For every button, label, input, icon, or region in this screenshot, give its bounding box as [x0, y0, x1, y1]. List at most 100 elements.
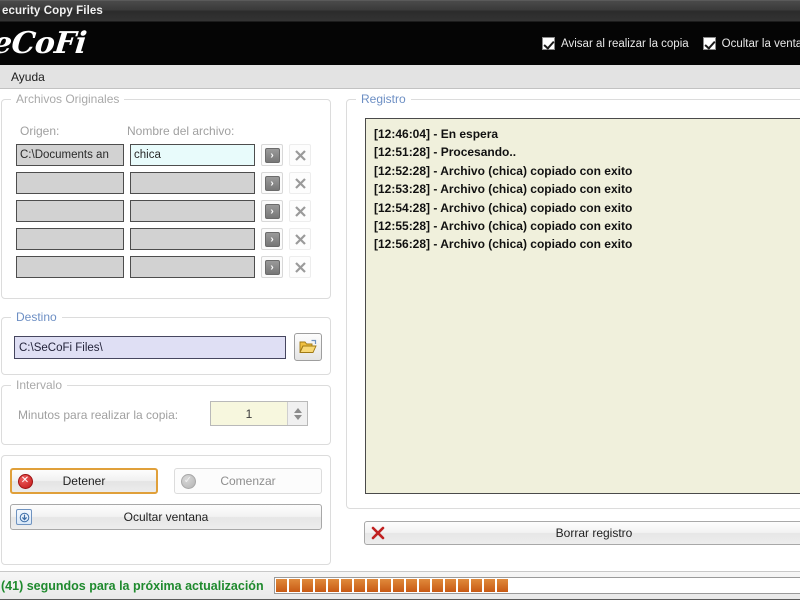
chevron-right-icon: ›: [264, 147, 280, 163]
intervalo-minutes-stepper[interactable]: 1: [210, 401, 308, 426]
chevron-down-icon[interactable]: [293, 414, 302, 420]
close-x-icon: [294, 261, 306, 273]
progress-segment: [314, 579, 326, 592]
group-legend-archivos-originales: Archivos Originales: [11, 92, 125, 106]
stepper-arrows[interactable]: [287, 402, 307, 425]
group-legend-destino: Destino: [11, 310, 62, 324]
ocultar-ventana-button[interactable]: Ocultar ventana: [10, 504, 322, 530]
countdown-status-text: (41) segundos para la próxima actualizac…: [1, 578, 264, 593]
browse-button-1[interactable]: ›: [261, 144, 283, 166]
delete-row-button-2[interactable]: [289, 172, 311, 194]
nombre-input-4[interactable]: [130, 228, 255, 250]
origen-input-1[interactable]: C:\Documents an: [16, 144, 124, 166]
checkbox-avisar-al-realizar-la-copia[interactable]: Avisar al realizar la copia: [542, 37, 689, 50]
intervalo-label: Minutos para realizar la copia:: [18, 408, 179, 422]
red-x-icon: [365, 525, 391, 541]
minimize-to-tray-icon: [11, 509, 37, 525]
progress-bar-fill: [275, 579, 508, 592]
minimize-to-tray-glyph: [16, 509, 32, 525]
origen-input-5[interactable]: [16, 256, 124, 278]
progress-segment: [288, 579, 300, 592]
check-circle-glyph: ✓: [180, 473, 196, 489]
progress-segment: [379, 579, 391, 592]
main-content: Archivos Originales Origen: Nombre del a…: [0, 89, 800, 576]
origen-input-2[interactable]: [16, 172, 124, 194]
group-registro: Registro [12:46:04] - En espera [12:51:2…: [346, 92, 800, 509]
file-row: C:\Documents an chica ›: [16, 144, 311, 166]
checkbox-label: Avisar al realizar la copia: [561, 37, 689, 50]
destino-path-input[interactable]: C:\SeCoFi Files\: [14, 336, 286, 359]
borrar-registro-button[interactable]: Borrar registro: [364, 521, 800, 545]
application-window: ecurity Copy Files eCoFi Avisar al reali…: [0, 0, 800, 600]
brand-header: eCoFi Avisar al realizar la copia Oculta…: [0, 22, 800, 65]
log-line: [12:54:28] - Archivo (chica) copiado con…: [374, 200, 633, 215]
close-x-icon: [294, 205, 306, 217]
app-logo: eCoFi: [0, 26, 89, 61]
destino-browse-button[interactable]: [294, 333, 322, 361]
progress-segment: [470, 579, 482, 592]
checkbox-ocultar-la-ventana[interactable]: Ocultar la ventana: [702, 37, 800, 50]
delete-row-button-4[interactable]: [289, 228, 311, 250]
progress-segment: [366, 579, 378, 592]
progress-segment: [392, 579, 404, 592]
window-titlebar: ecurity Copy Files: [0, 1, 800, 22]
group-destino: Destino C:\SeCoFi Files\: [1, 310, 331, 375]
log-textarea[interactable]: [12:46:04] - En espera [12:51:28] - Proc…: [365, 118, 800, 494]
checkbox-icon[interactable]: [542, 37, 556, 50]
ocultar-ventana-button-label: Ocultar ventana: [123, 510, 209, 524]
progress-segment: [405, 579, 417, 592]
log-line: [12:56:28] - Archivo (chica) copiado con…: [374, 237, 633, 252]
delete-row-button-5[interactable]: [289, 256, 311, 278]
group-actions: ✕ Detener ✓ Comenzar Ocultar ventana: [1, 455, 331, 565]
progress-segment: [275, 579, 287, 592]
delete-row-button-1[interactable]: [289, 144, 311, 166]
check-circle-icon: ✓: [175, 473, 201, 489]
progress-segment: [457, 579, 469, 592]
nombre-input-5[interactable]: [130, 256, 255, 278]
log-line: [12:55:28] - Archivo (chica) copiado con…: [374, 219, 633, 234]
file-row: ›: [16, 256, 311, 278]
close-x-icon: [294, 177, 306, 189]
update-progress-bar: [273, 577, 800, 594]
error-circle-glyph: ✕: [17, 473, 33, 489]
intervalo-value[interactable]: 1: [211, 402, 287, 425]
detener-button[interactable]: ✕ Detener: [10, 468, 158, 494]
origen-input-4[interactable]: [16, 228, 124, 250]
browse-button-4[interactable]: ›: [261, 228, 283, 250]
chevron-right-icon: ›: [264, 203, 280, 219]
nombre-input-2[interactable]: [130, 172, 255, 194]
chevron-right-icon: ›: [264, 231, 280, 247]
checkbox-icon[interactable]: [702, 37, 716, 50]
menu-item-ayuda[interactable]: Ayuda: [5, 68, 51, 86]
comenzar-button[interactable]: ✓ Comenzar: [174, 468, 322, 494]
column-header-nombre-archivo: Nombre del archivo:: [127, 124, 235, 138]
file-row: ›: [16, 228, 311, 250]
nombre-input-1[interactable]: chica: [130, 144, 255, 166]
chevron-up-icon[interactable]: [293, 407, 302, 413]
statusbar: (41) segundos para la próxima actualizac…: [0, 571, 800, 599]
log-line: [12:51:28] - Procesando..: [374, 145, 517, 160]
browse-button-2[interactable]: ›: [261, 172, 283, 194]
log-line: [12:53:28] - Archivo (chica) copiado con…: [374, 182, 633, 197]
progress-segment: [418, 579, 430, 592]
progress-segment: [353, 579, 365, 592]
close-x-icon: [294, 149, 306, 161]
delete-row-button-3[interactable]: [289, 200, 311, 222]
file-row: ›: [16, 172, 311, 194]
nombre-input-3[interactable]: [130, 200, 255, 222]
browse-button-5[interactable]: ›: [261, 256, 283, 278]
group-archivos-originales: Archivos Originales Origen: Nombre del a…: [1, 92, 331, 299]
log-line: [12:52:28] - Archivo (chica) copiado con…: [374, 163, 633, 178]
browse-button-3[interactable]: ›: [261, 200, 283, 222]
menubar: Ayuda: [0, 65, 800, 89]
origen-input-3[interactable]: [16, 200, 124, 222]
progress-segment: [327, 579, 339, 592]
checkbox-label: Ocultar la ventana: [721, 37, 800, 50]
progress-segment: [496, 579, 508, 592]
progress-segment: [444, 579, 456, 592]
column-header-origen: Origen:: [20, 124, 60, 138]
file-row: ›: [16, 200, 311, 222]
folder-open-icon: [299, 339, 317, 353]
chevron-right-icon: ›: [264, 175, 280, 191]
chevron-right-icon: ›: [264, 259, 280, 275]
